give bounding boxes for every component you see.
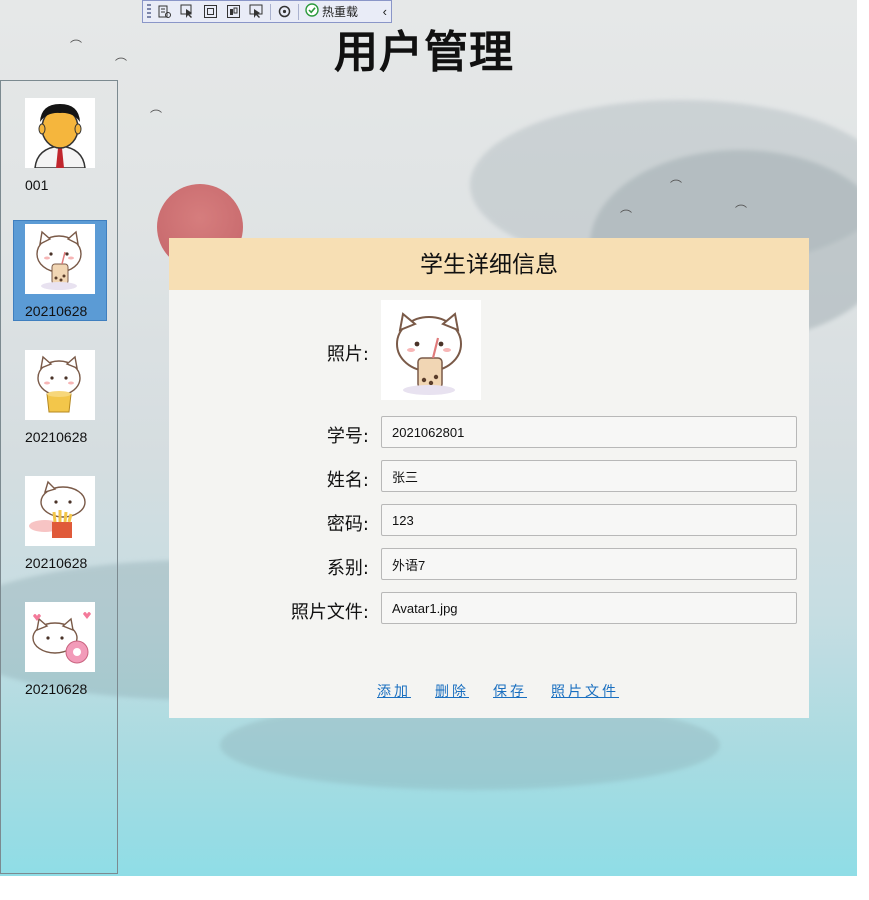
cat-fries-avatar-icon — [25, 476, 95, 546]
select-element-icon[interactable] — [178, 3, 197, 20]
user-id-label: 20210628 — [25, 429, 88, 445]
cat-donut-avatar-icon — [25, 602, 95, 672]
live-visual-tree-icon[interactable] — [155, 3, 174, 20]
toolbar-grip[interactable] — [147, 4, 151, 19]
name-field[interactable] — [381, 460, 797, 492]
cat-chips-avatar-icon — [25, 350, 95, 420]
page-title: 用户管理 — [334, 27, 514, 78]
photo-file-label: 照片文件: — [290, 602, 369, 623]
add-link[interactable]: 添加 — [377, 681, 411, 701]
delete-link[interactable]: 删除 — [435, 681, 469, 701]
panel-header: 学生详细信息 — [169, 238, 809, 290]
photo-file-field[interactable] — [381, 592, 797, 624]
student-detail-panel: 学生详细信息 照片: 学号: 姓名: 密码: 系别: 照片文件: 添加 删除 保… — [169, 238, 809, 718]
hot-reload-status-icon — [305, 3, 319, 20]
password-field[interactable] — [381, 504, 797, 536]
student-id-field[interactable] — [381, 416, 797, 448]
save-link[interactable]: 保存 — [493, 681, 527, 701]
user-list-item[interactable]: 001 — [13, 94, 107, 195]
user-list[interactable]: 001 20210628 20210628 20210628 20210628 — [0, 80, 118, 874]
name-label: 姓名: — [326, 470, 369, 491]
photo-file-link[interactable]: 照片文件 — [551, 681, 619, 701]
user-list-item[interactable]: 20210628 — [13, 346, 107, 447]
man-avatar-icon — [25, 98, 95, 168]
display-layout-adorners-icon[interactable] — [201, 3, 220, 20]
action-links: 添加 删除 保存 照片文件 — [377, 681, 619, 701]
user-id-label: 20210628 — [25, 681, 88, 697]
refresh-icon[interactable] — [275, 3, 294, 20]
user-list-item[interactable]: 20210628 — [13, 598, 107, 699]
student-photo — [381, 300, 481, 400]
track-focus-icon[interactable] — [224, 3, 243, 20]
preview-icon[interactable] — [247, 3, 266, 20]
user-list-item-selected[interactable]: 20210628 — [13, 220, 107, 321]
password-label: 密码: — [326, 514, 369, 535]
cat-milk-tea-avatar-icon — [25, 224, 95, 294]
user-id-label: 20210628 — [25, 555, 88, 571]
student-id-label: 学号: — [326, 426, 369, 447]
photo-label: 照片: — [326, 344, 369, 365]
department-label: 系别: — [326, 558, 369, 579]
user-id-label: 20210628 — [25, 303, 88, 319]
department-field[interactable] — [381, 548, 797, 580]
user-id-label: 001 — [25, 177, 49, 193]
user-list-item[interactable]: 20210628 — [13, 472, 107, 573]
